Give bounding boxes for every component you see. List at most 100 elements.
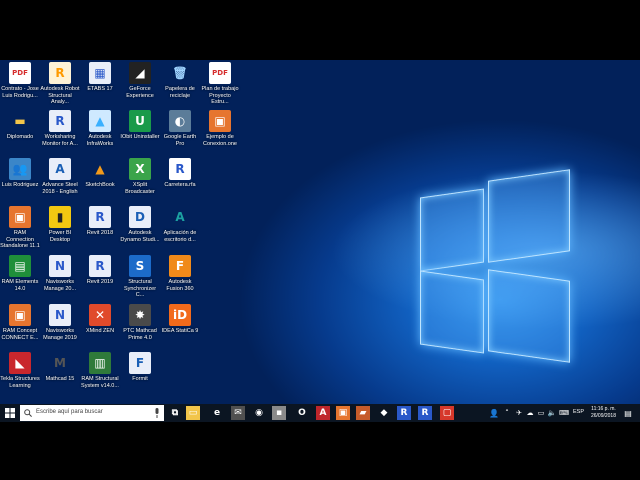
- desktop-icon[interactable]: N Navisworks Manage 2019: [40, 304, 80, 341]
- letterbox-bottom: [0, 422, 640, 480]
- desktop-icon-label: Aplicación de escritorio d...: [163, 230, 197, 243]
- desktop-icon-image: ▥: [89, 352, 111, 374]
- desktop-icon-label: Tekla Structures Learning: [0, 376, 40, 389]
- revit-2018-icon[interactable]: R: [397, 406, 411, 420]
- desktop-icon-image: M: [54, 356, 66, 370]
- taskbar-clock[interactable]: 11:16 p. m. 26/09/2018: [591, 406, 616, 419]
- desktop-icon-label: Autodesk Fusion 360: [166, 279, 194, 292]
- windows-start-icon[interactable]: [3, 406, 17, 420]
- desktop-icon-label: Revit 2019: [86, 279, 114, 285]
- desktop-icon[interactable]: ▣ RAM Concept CONNECT E...: [0, 304, 40, 341]
- desktop-icon[interactable]: R Carretera.rfa: [160, 158, 200, 189]
- taskbar-search-box[interactable]: Escribe aquí para buscar: [20, 405, 164, 421]
- desktop-icon[interactable]: ▮ Power BI Desktop: [40, 206, 80, 243]
- red-app-icon[interactable]: ▢: [440, 406, 454, 420]
- desktop-icon-image: ✸: [129, 304, 151, 326]
- desktop-icon[interactable]: ▲ SketchBook: [80, 158, 120, 189]
- desktop-icon[interactable]: S Structural Synchronizer C...: [120, 255, 160, 299]
- desktop-icon[interactable]: iD IDEA StatiCa 9: [160, 304, 200, 335]
- desktop-icon-label: Mathcad 15: [45, 376, 75, 382]
- desktop-icon-image: ▮: [49, 206, 71, 228]
- edge-icon[interactable]: e: [210, 406, 224, 420]
- desktop-icon-label: Carretera.rfa: [164, 182, 196, 188]
- desktop-icon[interactable]: ✸ PTC Mathcad Prime 4.0: [120, 304, 160, 341]
- desktop-icon-image: PDF: [9, 62, 31, 84]
- desktop-icon-label: XSplit Broadcaster: [125, 182, 155, 195]
- ram-connection-icon[interactable]: ▣: [336, 406, 350, 420]
- desktop-icon[interactable]: M Mathcad 15: [40, 352, 80, 383]
- task-view-icon[interactable]: ⧉: [168, 406, 182, 420]
- desktop-icon[interactable]: ▤ RAM Elements 14.0: [0, 255, 40, 292]
- desktop-icon[interactable]: F Formit: [120, 352, 160, 383]
- desktop-icon-label: Navisworks Manage 20...: [43, 279, 77, 292]
- desktop-icon-image: D: [129, 206, 151, 228]
- desktop-icon-image: A: [175, 210, 185, 224]
- action-center-icon[interactable]: ▤: [621, 406, 635, 420]
- desktop-icon[interactable]: ◐ Google Earth Pro: [160, 110, 200, 147]
- desktop-icon[interactable]: R Revit 2018: [80, 206, 120, 237]
- desktop: PDF Contrato - Jose Luis Rodrigu... R Autod…: [0, 60, 640, 422]
- language-indicator[interactable]: ESP: [573, 409, 584, 415]
- clock-date: 26/09/2018: [590, 412, 616, 419]
- desktop-icon-label: Diplomado: [6, 134, 34, 140]
- desktop-icon[interactable]: A Advance Steel 2018 - English: [40, 158, 80, 195]
- desktop-icon[interactable]: F Autodesk Fusion 360: [160, 255, 200, 292]
- desktop-icon-image: X: [129, 158, 151, 180]
- chrome-icon[interactable]: ◉: [252, 406, 266, 420]
- desktop-icon[interactable]: A Aplicación de escritorio d...: [160, 206, 200, 243]
- desktop-icon-label: Autodesk InfraWorks: [86, 134, 114, 147]
- desktop-icon[interactable]: R Autodesk Robot Structural Analy...: [40, 62, 80, 106]
- microphone-icon[interactable]: [154, 408, 160, 418]
- photo-app-icon[interactable]: ▰: [356, 406, 370, 420]
- drive-icon[interactable]: ◆: [377, 406, 391, 420]
- desktop-icon-image: ◐: [169, 110, 191, 132]
- desktop-icon[interactable]: 🗑 Papelera de reciclaje: [160, 62, 200, 99]
- desktop-icon[interactable]: R Revit 2019: [80, 255, 120, 286]
- desktop-icon[interactable]: U IObit Uninstaller: [120, 110, 160, 141]
- desktop-icon-image: ▣: [209, 110, 231, 132]
- desktop-icon[interactable]: ◣ Tekla Structures Learning: [0, 352, 40, 389]
- desktop-icon[interactable]: X XSplit Broadcaster: [120, 158, 160, 195]
- search-icon: [24, 409, 32, 417]
- desktop-icon-label: RAM Concept CONNECT E...: [1, 328, 39, 341]
- desktop-icon[interactable]: D Autodesk Dynamo Studi...: [120, 206, 160, 243]
- gray-app-icon[interactable]: ▪: [272, 406, 286, 420]
- desktop-icon-label: Autodesk Robot Structural Analy...: [40, 86, 80, 105]
- desktop-icon-image: A: [49, 158, 71, 180]
- desktop-icon-image: U: [129, 110, 151, 132]
- desktop-icon-label: SketchBook: [85, 182, 115, 188]
- desktop-icon-label: Power BI Desktop: [48, 230, 72, 243]
- keyboard-icon[interactable]: ⌨: [557, 406, 571, 420]
- desktop-icon-image: R: [49, 110, 71, 132]
- desktop-icon-image: N: [49, 255, 71, 277]
- desktop-icon-label: Papelera de reciclaje: [165, 86, 195, 99]
- desktop-icon[interactable]: ▣ Ejemplo de Conexion.one: [200, 110, 240, 147]
- mail-icon[interactable]: ✉: [231, 406, 245, 420]
- desktop-icon-image: ▲: [89, 110, 111, 132]
- desktop-icon[interactable]: ◢ GeForce Experience: [120, 62, 160, 99]
- desktop-icon[interactable]: 👥 Luis Rodriguez: [0, 158, 40, 189]
- desktop-icon-image: F: [129, 352, 151, 374]
- desktop-icon-label: RAM Connection Standalone 11.1: [0, 230, 40, 249]
- opera-icon[interactable]: O: [295, 406, 309, 420]
- desktop-icon[interactable]: ▬ Diplomado: [0, 110, 40, 141]
- desktop-icon[interactable]: R Worksharing Monitor for A...: [40, 110, 80, 147]
- desktop-icon[interactable]: PDF Contrato - Jose Luis Rodrigu...: [0, 62, 40, 99]
- desktop-icon[interactable]: ▣ RAM Connection Standalone 11.1: [0, 206, 40, 250]
- desktop-icon-image: ✕: [89, 304, 111, 326]
- desktop-icon-image: 🗑: [172, 66, 188, 80]
- revit-2019-icon[interactable]: R: [418, 406, 432, 420]
- desktop-icon[interactable]: N Navisworks Manage 20...: [40, 255, 80, 292]
- desktop-icon[interactable]: ▥ RAM Structural System v14.0...: [80, 352, 120, 389]
- people-icon[interactable]: 👤: [487, 406, 501, 420]
- desktop-icon-label: Ejemplo de Conexion.one: [203, 134, 237, 147]
- desktop-icon[interactable]: ▲ Autodesk InfraWorks: [80, 110, 120, 147]
- desktop-icon-image: PDF: [209, 62, 231, 84]
- autocad-icon[interactable]: A: [316, 406, 330, 420]
- desktop-icon-image: ◣: [9, 352, 31, 374]
- desktop-icon[interactable]: ✕ XMind ZEN: [80, 304, 120, 335]
- desktop-icon[interactable]: PDF Plan de trabajo Proyecto Estru...: [200, 62, 240, 106]
- desktop-icon[interactable]: ▦ ETABS 17: [80, 62, 120, 93]
- file-explorer-icon[interactable]: ▭: [186, 406, 200, 420]
- desktop-icon-label: Contrato - Jose Luis Rodrigu...: [1, 86, 39, 99]
